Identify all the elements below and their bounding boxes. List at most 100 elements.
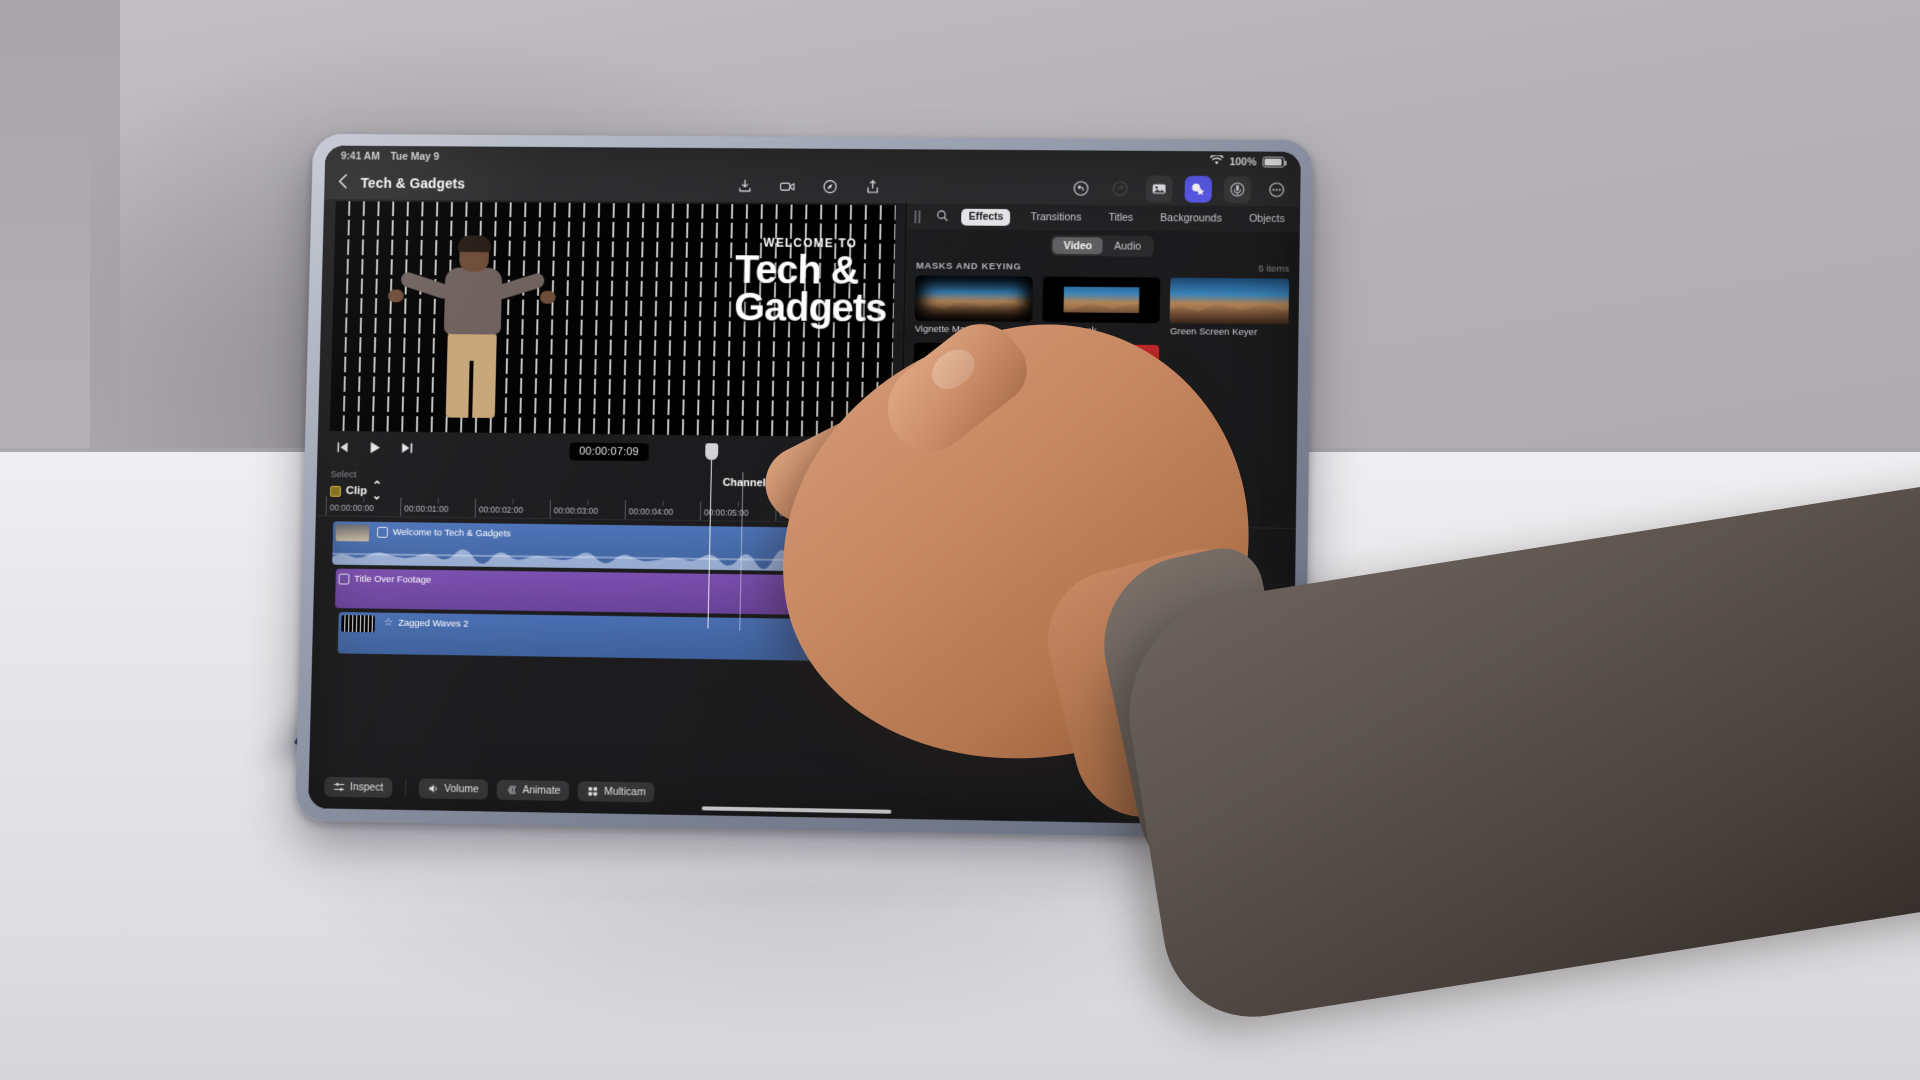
ruler-tick-label: 00:00:07:00	[854, 509, 900, 520]
playback-controls: 00:00:07:09 44 %	[329, 434, 892, 470]
timeline-project-name: Channel Introduction	[722, 476, 833, 491]
tablet-bezel: 9:41 AM Tue May 9 100% Tech & Gadgets WE…	[295, 133, 1314, 840]
effect-item-extra[interactable]	[1041, 343, 1160, 405]
playhead-handle[interactable]	[705, 443, 719, 461]
volume-label: Volume	[444, 782, 480, 796]
desk-reflection	[300, 880, 1300, 1040]
ruler-tick-label: 00:00:04:00	[628, 506, 674, 517]
video-preview[interactable]: WELCOME TO Tech & Gadgets	[329, 201, 897, 438]
ruler-tick-label: 00:00:02:00	[478, 504, 524, 515]
timeline-project-info: Channel Introduction 00:22	[722, 476, 882, 492]
effect-thumbnail	[914, 275, 1033, 322]
clip-label: Welcome to Tech & Gadgets	[392, 527, 511, 540]
zoom-value: 44	[827, 448, 840, 461]
multicam-button[interactable]: Multicam	[578, 781, 655, 803]
effect-label	[1041, 392, 1159, 393]
page-title: Tech & Gadgets	[360, 175, 466, 192]
effect-item-vignette-mask[interactable]: Vignette Mask	[915, 275, 1033, 335]
overlay-title-line-2: Gadgets	[733, 285, 887, 331]
current-timecode[interactable]: 00:00:07:09	[569, 442, 649, 462]
navbar-right-tools	[1067, 175, 1290, 203]
toolbar-divider	[404, 779, 407, 797]
zoom-level[interactable]: 44 %	[820, 445, 860, 464]
speaker-icon	[429, 784, 439, 793]
grid-icon	[588, 787, 598, 796]
tab-backgrounds[interactable]: Backgrounds	[1153, 210, 1229, 227]
effects-icon[interactable]	[1184, 175, 1213, 203]
inspect-button[interactable]: Inspect	[324, 776, 393, 798]
timeline-tracks: Welcome to Tech & Gadgets Title Over Foo…	[312, 516, 1296, 668]
tablet-device: 9:41 AM Tue May 9 100% Tech & Gadgets WE…	[295, 133, 1314, 840]
media-type-segmented-control: Video Audio	[906, 229, 1300, 261]
animate-icon	[505, 784, 517, 796]
sliders-icon	[333, 781, 345, 793]
section-header-styles: STYL	[903, 402, 1297, 427]
undo-icon[interactable]	[1067, 175, 1094, 202]
star-icon: ☆	[383, 616, 394, 629]
multicam-label: Multicam	[603, 785, 646, 799]
effect-item-shape-mask[interactable]: Shape Mask	[913, 342, 1032, 404]
effect-label: Vignette Mask	[914, 323, 975, 336]
video-editor-app: 9:41 AM Tue May 9 100% Tech & Gadgets WE…	[308, 145, 1301, 827]
segment-video[interactable]: Video	[1052, 237, 1104, 255]
more-icon[interactable]	[1263, 176, 1291, 203]
animate-label: Animate	[522, 784, 561, 797]
tab-transitions[interactable]: Transitions	[1023, 209, 1088, 226]
section-item-count: 5 items	[1258, 263, 1290, 275]
drag-handle-icon[interactable]	[914, 209, 924, 223]
effects-grid: Vignette Mask Corner Mask Green Screen K…	[903, 275, 1299, 406]
record-video-icon[interactable]	[778, 177, 795, 194]
fit-to-screen-icon[interactable]	[868, 448, 888, 462]
navbar-center-tools	[736, 177, 881, 195]
media-browser-panel: Effects Transitions Titles Backgrounds O…	[901, 203, 1301, 479]
film-icon	[376, 526, 389, 538]
animate-button[interactable]: Animate	[496, 779, 570, 801]
clip-thumbnail	[341, 615, 375, 633]
effect-label: Corner Mask	[1042, 325, 1097, 337]
effect-item-corner-mask[interactable]: Corner Mask	[1042, 276, 1161, 338]
timeline-project-duration: 00:22	[839, 478, 865, 491]
home-indicator[interactable]	[701, 806, 891, 814]
editor-main-area: WELCOME TO Tech & Gadgets 00:00:07:09 44…	[317, 199, 1301, 479]
skip-back-icon[interactable]	[335, 440, 350, 458]
inspect-label: Inspect	[349, 781, 384, 794]
tablet-screen: 9:41 AM Tue May 9 100% Tech & Gadgets WE…	[308, 145, 1301, 827]
overlay-title-line-1: Tech &	[734, 248, 859, 293]
ruler-tick-label: 00:00:01:00	[404, 503, 449, 514]
skip-forward-icon[interactable]	[400, 441, 415, 459]
table-row[interactable]: ☆ Zagged Waves 2	[337, 612, 1221, 667]
effect-thumbnail	[1041, 343, 1160, 391]
section-title: MASKS AND KEYING	[915, 260, 1022, 273]
status-time: 9:41 AM	[340, 150, 380, 162]
wifi-icon	[1209, 154, 1225, 168]
effect-thumbnail	[913, 342, 1032, 390]
search-icon[interactable]	[937, 209, 949, 224]
ruler-tick-label: 00:00:06:00	[779, 508, 825, 519]
ruler-tick-label: 00:00:00:00	[329, 502, 374, 514]
browser-tab-bar: Effects Transitions Titles Backgrounds O…	[906, 203, 1301, 233]
tab-effects[interactable]: Effects	[961, 208, 1011, 226]
segment-audio[interactable]: Audio	[1103, 237, 1152, 254]
back-button[interactable]	[338, 174, 347, 192]
audio-icon[interactable]	[1223, 175, 1252, 203]
table-row[interactable]: Welcome to Tech & Gadgets	[332, 521, 1222, 577]
zoom-unit: %	[843, 448, 853, 461]
clip-label: Title Over Footage	[354, 573, 432, 586]
play-icon[interactable]	[367, 440, 382, 458]
tab-objects[interactable]: Objects	[1242, 210, 1292, 227]
effect-thumbnail	[1042, 276, 1161, 324]
info-icon[interactable]	[871, 478, 882, 492]
effect-item-green-screen-keyer[interactable]: Green Screen Keyer	[1169, 277, 1290, 339]
redo-icon[interactable]	[1106, 175, 1133, 202]
effect-label: Green Screen Keyer	[1169, 326, 1258, 339]
import-icon[interactable]	[736, 177, 753, 194]
effect-thumbnail	[1170, 277, 1290, 325]
tab-titles[interactable]: Titles	[1101, 209, 1140, 226]
title-overlay: WELCOME TO Tech & Gadgets	[733, 236, 888, 331]
share-icon[interactable]	[864, 178, 881, 195]
magic-wand-icon[interactable]	[821, 178, 838, 195]
volume-button[interactable]: Volume	[418, 778, 488, 800]
battery-percent: 100%	[1229, 155, 1257, 168]
media-library-icon[interactable]	[1145, 175, 1173, 202]
selection-mode-value: Clip	[345, 485, 368, 498]
